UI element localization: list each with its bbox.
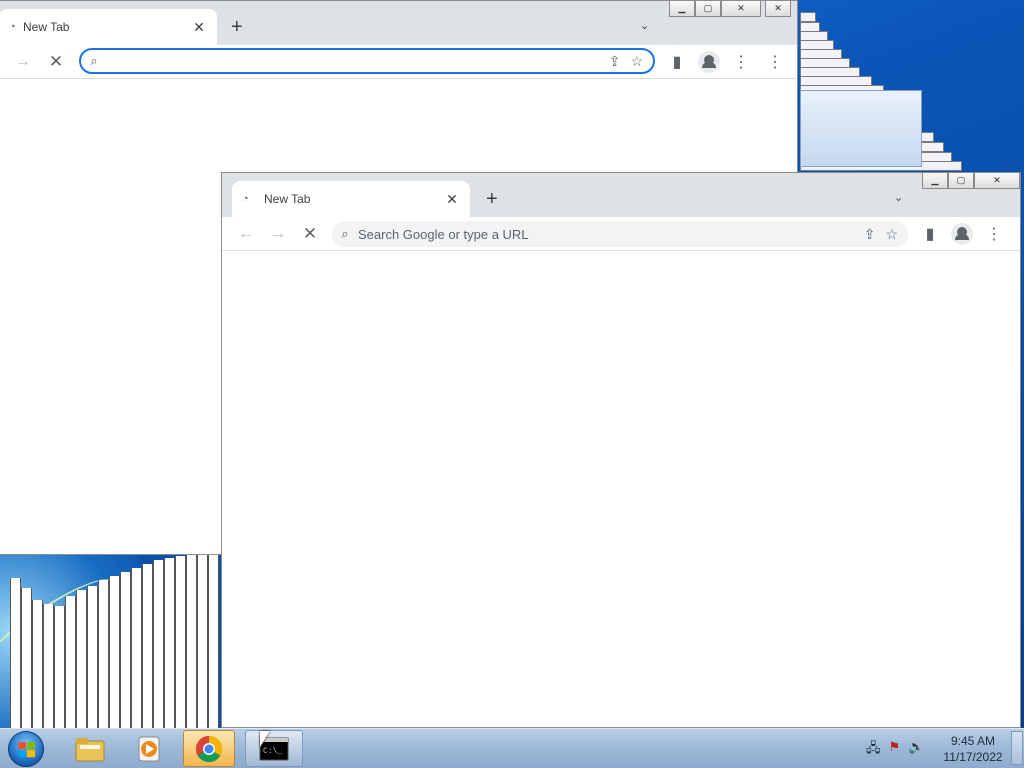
chrome-icon <box>195 735 223 762</box>
address-bar[interactable]: ⌕ ⇪ ☆ <box>332 221 908 247</box>
address-bar[interactable]: ⌕ ⇪ ☆ <box>79 48 655 74</box>
volume-icon[interactable]: 🔊 <box>908 739 924 761</box>
search-icon: ⌕ <box>90 53 98 68</box>
taskbar-app-chrome[interactable] <box>183 730 235 767</box>
maximize-button[interactable]: ▢ <box>948 173 974 189</box>
folder-icon <box>75 737 105 761</box>
avatar <box>698 51 720 73</box>
chrome-favicon-icon: ◔ <box>242 193 249 205</box>
kebab-menu-icon[interactable]: ⋮ <box>982 222 1006 246</box>
action-center-flag-icon[interactable]: ⚑ <box>889 739 901 761</box>
page-content <box>222 251 1020 727</box>
ghost-window-fragment <box>800 90 922 167</box>
taskbar-app-terminal[interactable]: C:\_ <box>245 730 303 767</box>
search-input[interactable] <box>107 53 609 69</box>
browser-window-front: ◔ New Tab ✕ + ⌄ ▁ ▢ ✕ ← → ✕ ⌕ ⇪ ☆ ▮ <box>221 172 1021 728</box>
system-tray: 🖧 ⚑ 🔊 <box>866 739 924 761</box>
tab-new-tab[interactable]: ◔ New Tab ✕ <box>0 9 217 45</box>
chevron-down-icon[interactable]: ⌄ <box>894 191 903 204</box>
close-icon[interactable]: ✕ <box>298 222 322 246</box>
window-controls: ▁ ▢ ✕ <box>669 1 761 17</box>
arrow-left-icon[interactable]: ← <box>234 222 258 246</box>
minimize-button[interactable]: ▁ <box>922 173 948 189</box>
taskbar: C:\_ 🖧 ⚑ 🔊 9:45 AM 11/17/2022 <box>0 728 1024 768</box>
side-panel-icon[interactable]: ▮ <box>918 222 942 246</box>
maximize-button[interactable]: ▢ <box>695 1 721 17</box>
clock[interactable]: 9:45 AM 11/17/2022 <box>936 733 1010 765</box>
kebab-menu-icon-overlap[interactable]: ⋮ <box>763 50 787 74</box>
mouse-cursor-icon <box>260 731 270 747</box>
browser-toolbar: → ✕ ⌕ ⇪ ☆ ▮ ⋮ ⋮ <box>0 45 797 79</box>
profile-icon[interactable] <box>950 222 974 246</box>
start-button[interactable] <box>8 731 44 767</box>
svg-text:C:\_: C:\_ <box>263 747 282 756</box>
browser-toolbar: ← → ✕ ⌕ ⇪ ☆ ▮ ⋮ <box>222 217 1020 251</box>
tab-strip: ◔ New Tab ✕ + ⌄ ▁ ▢ ✕ <box>222 173 1020 217</box>
tab-new-tab[interactable]: ◔ New Tab ✕ <box>232 181 470 217</box>
share-icon[interactable]: ⇪ <box>609 53 621 70</box>
chevron-down-icon[interactable]: ⌄ <box>640 19 649 32</box>
arrow-right-icon[interactable]: → <box>11 50 35 74</box>
taskbar-app-explorer[interactable] <box>64 730 116 767</box>
media-player-icon <box>138 736 160 761</box>
tab-title: New Tab <box>264 192 311 206</box>
share-icon[interactable]: ⇪ <box>864 226 876 243</box>
profile-icon[interactable] <box>697 50 721 74</box>
window-controls-overlap: ✕ <box>765 1 791 17</box>
search-input[interactable] <box>358 226 864 242</box>
tab-close-icon[interactable]: ✕ <box>191 19 207 36</box>
new-tab-button[interactable]: + <box>486 189 498 209</box>
chrome-favicon-icon: ◔ <box>9 21 16 33</box>
search-icon: ⌕ <box>341 226 349 241</box>
star-icon[interactable]: ☆ <box>885 226 898 243</box>
avatar <box>951 223 973 245</box>
arrow-right-icon[interactable]: → <box>266 222 290 246</box>
kebab-menu-icon[interactable]: ⋮ <box>729 50 753 74</box>
close-window-button[interactable]: ✕ <box>974 173 1020 189</box>
close-window-button[interactable]: ✕ <box>765 1 791 17</box>
tab-title: New Tab <box>23 20 70 34</box>
clock-date: 11/17/2022 <box>943 750 1003 764</box>
clock-time: 9:45 AM <box>950 734 996 748</box>
new-tab-button[interactable]: + <box>231 17 243 37</box>
ghost-window-cascade-bottom <box>0 553 221 728</box>
taskbar-app-media-player[interactable] <box>124 730 176 767</box>
star-icon[interactable]: ☆ <box>630 53 643 70</box>
show-desktop-button[interactable] <box>1011 731 1023 765</box>
close-window-button[interactable]: ✕ <box>721 1 761 17</box>
close-icon[interactable]: ✕ <box>44 50 68 74</box>
minimize-button[interactable]: ▁ <box>669 1 695 17</box>
tab-close-icon[interactable]: ✕ <box>444 191 460 208</box>
side-panel-icon[interactable]: ▮ <box>665 50 689 74</box>
tab-strip: ◔ New Tab ✕ + ⌄ ▁ ▢ ✕ ✕ <box>0 1 797 45</box>
windows-logo-icon <box>18 741 35 757</box>
network-icon[interactable]: 🖧 <box>866 739 881 761</box>
window-controls: ▁ ▢ ✕ <box>922 173 1020 189</box>
